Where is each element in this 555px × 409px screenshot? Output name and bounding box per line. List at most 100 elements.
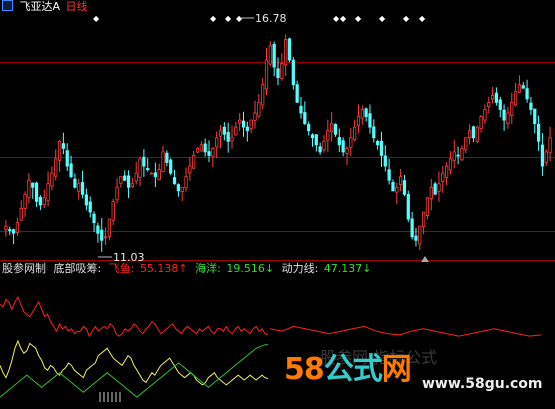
candle-body [456, 154, 460, 157]
high-price-label: 16.78 [255, 12, 287, 25]
candle-body [410, 218, 414, 238]
candle-body [172, 177, 177, 185]
candle-body [437, 183, 441, 192]
signal-marker: ◆ [333, 14, 340, 23]
candle-body [92, 213, 96, 224]
candle-body [287, 38, 292, 61]
candle-body [180, 186, 184, 192]
candle-body [510, 102, 514, 116]
candle-body [322, 140, 326, 151]
candle-body [318, 146, 322, 153]
candle-body [295, 84, 299, 103]
candle-body [176, 184, 180, 192]
candle-body [23, 193, 27, 209]
candle-body [525, 88, 529, 100]
candle-body [425, 197, 430, 216]
signal-marker: ◆ [210, 14, 217, 23]
flag-icon [2, 0, 13, 11]
candle-body [8, 229, 12, 231]
period-label[interactable]: 日线 [66, 0, 88, 13]
signal-marker: ◆ [93, 14, 100, 23]
candle-body [280, 63, 284, 79]
candle-body [452, 151, 456, 162]
candle-body [529, 102, 533, 110]
candle-body [146, 168, 150, 170]
candle-body [353, 126, 357, 141]
candle-body [119, 176, 123, 184]
candle-body [429, 186, 433, 199]
candle-body [402, 180, 407, 195]
candle-body [506, 112, 510, 124]
candle-body [65, 150, 69, 167]
candle-body [130, 183, 134, 187]
candle-body [475, 126, 479, 142]
candle-body [349, 137, 353, 148]
signal-marker: ◆ [403, 14, 410, 23]
indicator-name[interactable]: 底部吸筹: [54, 262, 102, 275]
candle-body [548, 137, 552, 154]
feiyu-label: 飞鱼: [108, 262, 135, 275]
candle-body [364, 108, 368, 117]
candle-body [533, 108, 537, 125]
candle-body [284, 39, 288, 66]
candle-body [57, 140, 62, 161]
candle-body [73, 178, 77, 188]
candle-body [467, 130, 472, 139]
candle-body [513, 91, 518, 106]
candle-body [38, 196, 43, 206]
signal-marker: ◆ [225, 14, 232, 23]
candle-body [234, 126, 238, 136]
candle-body [517, 84, 522, 93]
stock-name[interactable]: 飞亚达A [20, 0, 61, 13]
watermark-logo: 58公式网 www.58gu.com [284, 352, 543, 392]
signal-marker: ◆ [340, 14, 347, 23]
candle-body [433, 183, 437, 195]
candle-body [356, 116, 361, 126]
candle-body [479, 116, 483, 130]
feiyu-value: 55.138↑ [139, 262, 188, 275]
candle-body [498, 99, 502, 110]
candle-body [222, 126, 226, 135]
candle-body [257, 102, 261, 117]
candle-body [464, 137, 468, 151]
candle-body [471, 126, 476, 139]
watermark-url: www.58gu.com [422, 376, 543, 392]
candle-body [502, 109, 506, 121]
dongli-label: 动力线: [281, 262, 319, 275]
candle-body [111, 201, 115, 221]
candle-body [4, 225, 8, 231]
candle-body [360, 109, 364, 119]
candle-body [406, 194, 410, 220]
chart-stage: ◆ ◆ ◆ ◆ ◆ ◆ ◆ ◆ ◆ ◆ 16.78 11.03 [0, 0, 555, 409]
candle-body [536, 123, 541, 142]
candle-body [330, 123, 334, 133]
candle-body [391, 182, 395, 192]
candle-body [192, 155, 196, 169]
candle-body [268, 45, 272, 65]
candle-body [387, 169, 391, 181]
candle-body [84, 194, 89, 206]
candle-body [46, 183, 50, 202]
dongli-value: 47.137↓ [323, 262, 372, 275]
candle-body [203, 143, 207, 153]
candle-body [337, 137, 341, 146]
candle-body [211, 147, 215, 157]
candle-body [249, 119, 253, 130]
candle-body [395, 186, 399, 193]
candle-body [241, 120, 246, 128]
candle-body [487, 102, 491, 108]
candle-body [418, 225, 422, 245]
candle-body [123, 175, 127, 181]
candle-body [379, 140, 384, 156]
candle-body [272, 44, 276, 68]
candle-body [314, 134, 318, 146]
candle-body [115, 186, 119, 201]
candle-body [245, 126, 249, 132]
candle-body [138, 158, 142, 178]
candle-body [161, 151, 165, 172]
indicator-source-label: 股参网制 [2, 262, 46, 275]
candle-body [77, 183, 81, 192]
candle-body [142, 156, 146, 167]
candle-body [184, 176, 188, 189]
candle-body [126, 175, 131, 188]
